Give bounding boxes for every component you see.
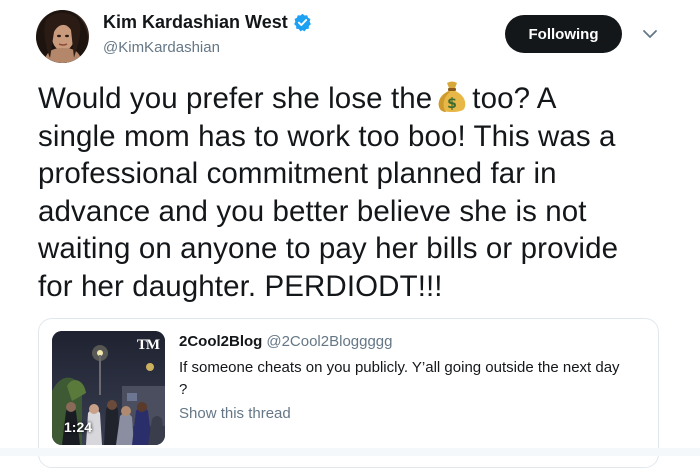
video-thumbnail[interactable]: TM 1:24 [52, 331, 165, 445]
tweet-text: Would you prefer she lose the $ too? A s… [38, 80, 678, 305]
money-bag-emoji: $ [436, 80, 468, 114]
svg-text:$: $ [447, 96, 457, 112]
tweet-line-1: Would you prefer she lose the $ too? A [38, 80, 678, 118]
tweet-line-3: professional commitment planned far in [38, 157, 557, 190]
tweet-text-segment: too? A [472, 82, 557, 115]
tweet: Kim Kardashian West @KimKardashian Follo… [0, 0, 700, 468]
quoted-tweet-header: 2Cool2Blog @2Cool2Bloggggg [179, 333, 393, 350]
quoted-tweet-card[interactable]: TM 1:24 2Cool2Blog @2Cool2Bloggggg If som… [38, 318, 659, 468]
author-handle[interactable]: @KimKardashian [103, 39, 220, 56]
quoted-tweet-text: If someone cheats on you publicly. Y’all… [179, 357, 649, 401]
quoted-text-line-2: ? [179, 381, 188, 398]
tweet-line-5: waiting on anyone to pay her bills or pr… [38, 232, 619, 265]
quoted-author-handle[interactable]: @2Cool2Bloggggg [266, 333, 392, 350]
tmz-logo: TM [136, 337, 160, 353]
quoted-author-name[interactable]: 2Cool2Blog [179, 333, 262, 350]
author-name-row[interactable]: Kim Kardashian West [103, 12, 312, 33]
video-duration: 1:24 [64, 419, 93, 435]
show-thread-link[interactable]: Show this thread [179, 405, 291, 422]
verified-badge-icon [293, 13, 312, 32]
quoted-text-line-1: If someone cheats on you publicly. Y’all… [179, 359, 620, 376]
tweet-line-2: single mom has to work too boo! This was… [38, 119, 616, 153]
chevron-down-icon[interactable] [642, 27, 658, 39]
tweet-line-4: advance and you better believe she is no… [38, 194, 587, 228]
author-display-name[interactable]: Kim Kardashian West [103, 12, 288, 33]
tweet-line-6: for her daughter. PERDIODT!!! [38, 269, 443, 303]
divider [0, 448, 700, 456]
avatar[interactable] [36, 10, 89, 63]
tweet-text-segment: Would you prefer she lose the [38, 82, 433, 115]
following-button[interactable]: Following [505, 15, 622, 53]
